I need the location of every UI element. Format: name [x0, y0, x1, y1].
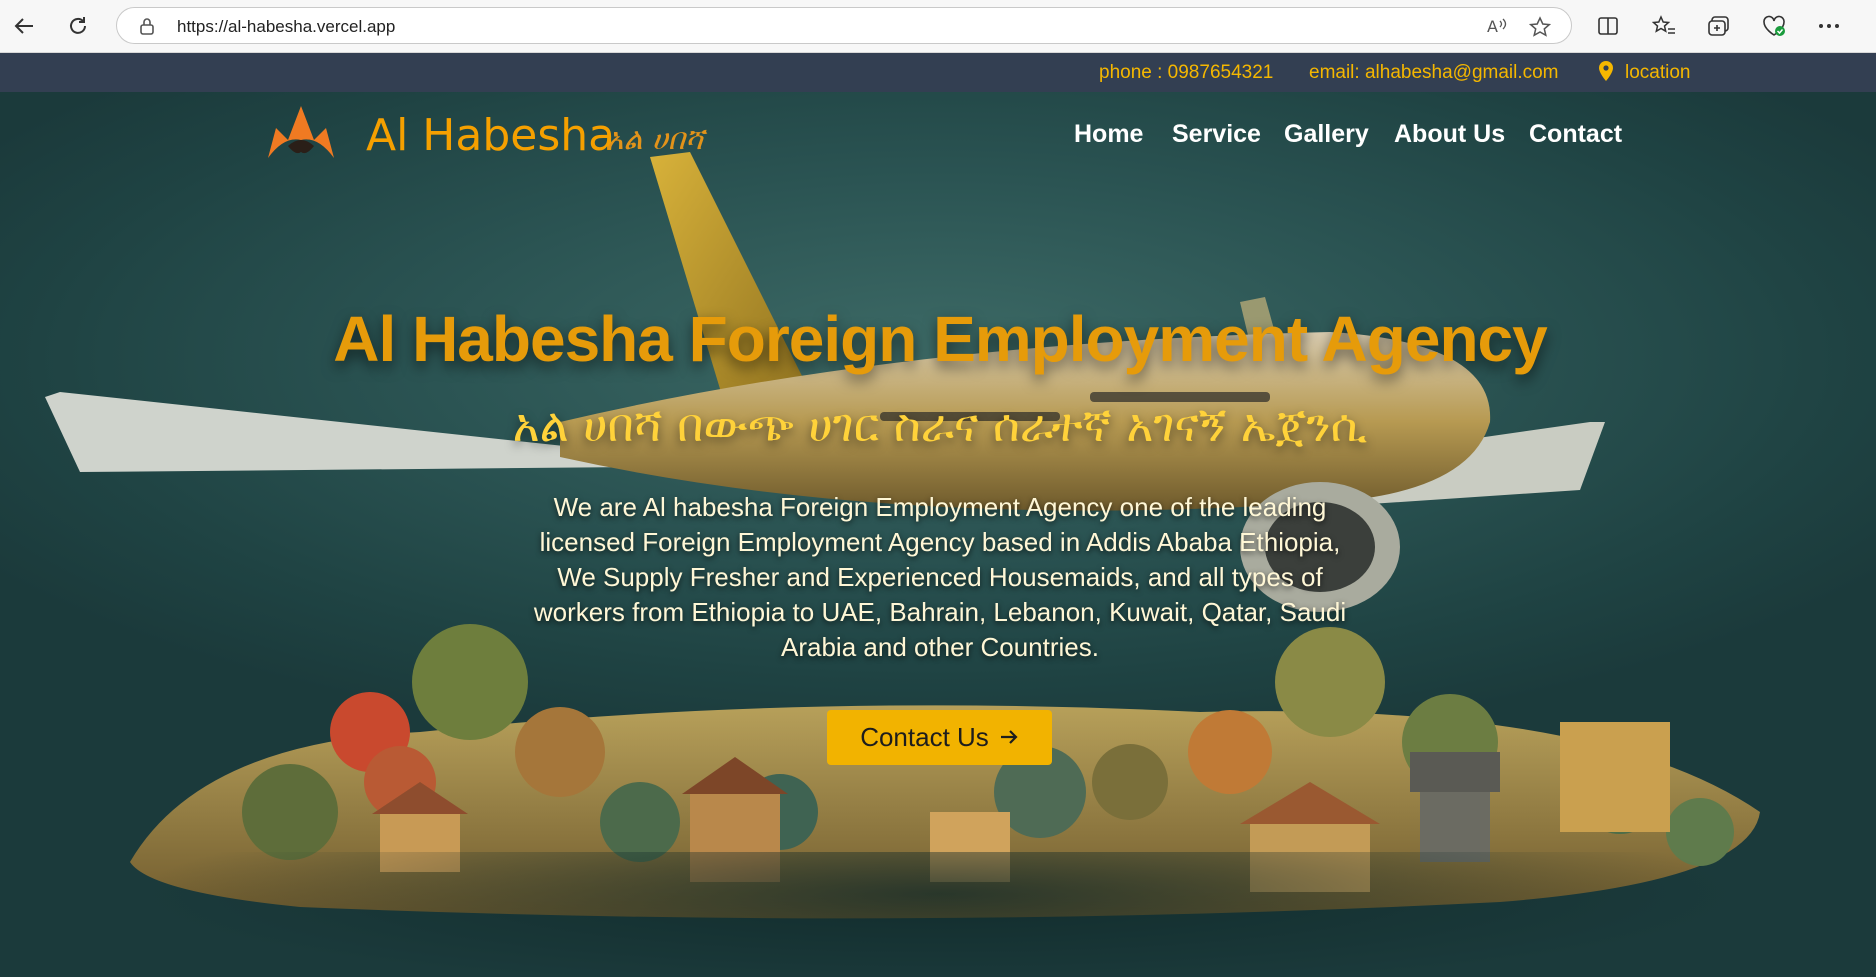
favorites-icon[interactable] [1650, 12, 1678, 40]
phone-text[interactable]: phone : 0987654321 [1099, 62, 1273, 84]
email-text[interactable]: email: alhabesha@gmail.com [1309, 62, 1559, 84]
island-shadow [130, 852, 1750, 977]
nav-contact[interactable]: Contact [1529, 120, 1622, 149]
contact-us-button[interactable]: Contact Us [827, 710, 1052, 765]
address-bar[interactable]: https://al-habesha.vercel.app A [116, 7, 1572, 44]
read-aloud-icon[interactable]: A [1487, 16, 1509, 41]
favorite-star-icon[interactable] [1528, 16, 1552, 43]
nav-service[interactable]: Service [1172, 120, 1261, 149]
brand-logo-icon[interactable] [266, 104, 336, 165]
browser-essentials-icon[interactable] [1760, 12, 1788, 40]
nav-gallery[interactable]: Gallery [1284, 120, 1369, 149]
hero-title: Al Habesha Foreign Employment Agency [333, 303, 1547, 375]
contact-info-bar: phone : 0987654321 email: alhabesha@gmai… [0, 53, 1876, 92]
brand-name[interactable]: Al Habesha [366, 110, 615, 161]
collections-icon[interactable] [1705, 12, 1733, 40]
svg-text:A: A [1487, 17, 1498, 36]
browser-toolbar: https://al-habesha.vercel.app A [0, 0, 1876, 53]
hero-description: We are Al habesha Foreign Employment Age… [533, 492, 1347, 662]
arrow-right-icon [999, 722, 1019, 753]
nav-about-us[interactable]: About Us [1394, 120, 1505, 149]
location-link[interactable]: location [1625, 62, 1691, 84]
contact-us-label: Contact Us [860, 722, 989, 752]
nav-home[interactable]: Home [1074, 120, 1143, 149]
split-screen-icon[interactable] [1594, 12, 1622, 40]
url-text[interactable]: https://al-habesha.vercel.app [177, 17, 395, 37]
lock-icon [139, 17, 155, 40]
map-pin-icon [1598, 60, 1614, 88]
more-options-icon[interactable] [1815, 12, 1843, 40]
back-icon[interactable] [10, 12, 38, 40]
brand-name-amharic[interactable]: አል ሀበሻ [606, 122, 704, 157]
refresh-icon[interactable] [64, 12, 92, 40]
hero-title-amharic: አል ሀበሻ በውጭ ሀገር ስራና ሰራተኛ አገናኝ ኤጀንሲ [512, 398, 1368, 452]
